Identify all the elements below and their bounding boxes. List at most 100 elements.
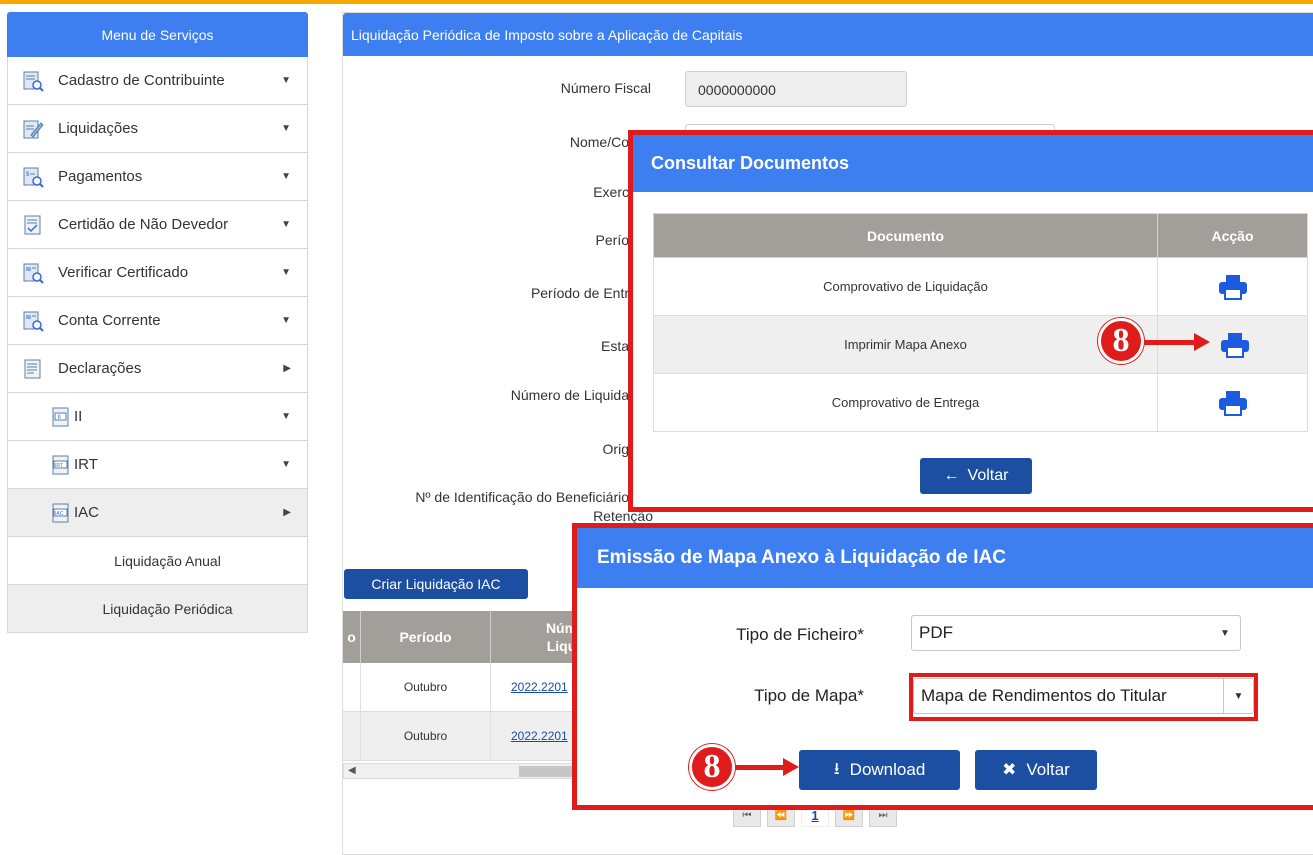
consultar-documentos-dialog: Consultar Documentos Documento Acção Com… — [628, 130, 1313, 512]
printer-icon[interactable] — [1220, 332, 1250, 358]
document-check-icon — [24, 215, 41, 234]
step-badge: 8 — [1098, 318, 1144, 364]
documents-table: Documento Acção Comprovativo de Liquidaç… — [653, 213, 1308, 432]
column-header-documento: Documento — [653, 213, 1158, 258]
document-name: Comprovativo de Entrega — [653, 373, 1158, 432]
sidebar-item-irt[interactable]: IRT IRT ▼ — [7, 441, 308, 489]
tipo-ficheiro-select[interactable]: PDF ▼ — [911, 615, 1241, 651]
caret-down-icon: ▼ — [281, 219, 291, 230]
document-name: Comprovativo de Liquidação — [653, 257, 1158, 316]
document-edit-icon — [23, 120, 44, 138]
menu-title: Menu de Serviços — [7, 12, 308, 57]
sidebar-item-pagamentos[interactable]: $ Pagamentos ▼ — [7, 153, 308, 201]
caret-down-icon: ▼ — [281, 459, 291, 470]
button-label: Voltar — [967, 467, 1009, 484]
svg-text:IRT: IRT — [55, 463, 63, 469]
top-accent-bar — [0, 0, 1313, 4]
page-title: Liquidação Periódica de Imposto sobre a … — [343, 13, 1313, 56]
printer-icon[interactable] — [1218, 274, 1248, 300]
tipo-ficheiro-label: Tipo de Ficheiro* — [736, 625, 864, 644]
document-search-icon — [23, 71, 44, 92]
scrollbar-thumb[interactable] — [519, 766, 579, 777]
sidebar-item-verificar-certificado[interactable]: Verificar Certificado ▼ — [7, 249, 308, 297]
sidebar-item-label: Conta Corrente — [58, 312, 161, 329]
liquidacao-link[interactable]: 2022.2201 — [511, 729, 568, 743]
arrow-left-icon: ← — [943, 467, 960, 484]
retencao-label: Retenção — [593, 508, 653, 524]
sidebar-item-declaracoes[interactable]: Declarações ▶ — [7, 345, 308, 393]
annotation-arrowhead — [1194, 333, 1210, 351]
sidebar-item-label: II — [74, 408, 83, 425]
sidebar-item-label: Liquidação Anual — [114, 552, 221, 569]
sidebar-item-liquidacoes[interactable]: Liquidações ▼ — [7, 105, 308, 153]
liquidacao-link[interactable]: 2022.2201 — [511, 680, 568, 694]
action-cell — [1157, 257, 1308, 316]
caret-down-icon: ▼ — [281, 267, 291, 278]
table-cell — [343, 663, 361, 711]
dialog-title: Consultar Documentos — [633, 135, 1313, 192]
sidebar-item-conta-corrente[interactable]: Conta Corrente ▼ — [7, 297, 308, 345]
column-header-accao: Acção — [1157, 213, 1308, 258]
action-cell — [1157, 373, 1308, 432]
button-label: Download — [849, 760, 926, 779]
periodo-cell: Outubro — [361, 712, 491, 760]
tipo-mapa-label: Tipo de Mapa* — [754, 686, 864, 705]
table-header: Documento Acção — [653, 213, 1308, 258]
dialog-title: Emissão de Mapa Anexo à Liquidação de IA… — [577, 528, 1313, 588]
beneficiario-label: Nº de Identificação do Beneficiário — [415, 489, 629, 505]
periodo-label: Perío — [595, 232, 629, 248]
caret-right-icon: ▶ — [283, 363, 291, 374]
sidebar-item-label: Declarações — [58, 360, 142, 377]
sidebar-item-label: Pagamentos — [58, 168, 143, 185]
table-cell — [343, 712, 361, 760]
download-button[interactable]: ⭳ Download — [799, 750, 960, 790]
periodo-entrega-label: Período de Entr — [530, 285, 629, 301]
sidebar-item-iac[interactable]: IAC IAC ▶ — [7, 489, 308, 537]
caret-down-icon: ▼ — [281, 171, 291, 182]
account-search-icon — [23, 311, 44, 332]
scroll-left-icon[interactable]: ◀ — [348, 765, 356, 776]
ii-document-icon: II — [52, 407, 69, 426]
caret-down-icon: ▼ — [281, 75, 291, 86]
sidebar-item-label: IRT — [74, 456, 98, 473]
sidebar-item-cadastro[interactable]: Cadastro de Contribuinte ▼ — [7, 57, 308, 105]
button-label: Voltar — [1026, 760, 1070, 779]
printer-icon[interactable] — [1218, 390, 1248, 416]
download-icon: ⭳ — [833, 758, 840, 778]
sidebar-item-label: Liquidação Periódica — [102, 600, 233, 617]
iac-document-icon: IAC — [52, 503, 69, 522]
numero-fiscal-field[interactable]: 0000000000 — [685, 71, 907, 107]
caret-right-icon: ▶ — [283, 507, 291, 518]
nome-label: Nome/Co — [569, 134, 629, 150]
sidebar-item-liquidacao-periodica[interactable]: Liquidação Periódica — [7, 585, 308, 633]
sidebar-item-ii[interactable]: II II ▼ — [7, 393, 308, 441]
selected-value: PDF — [919, 623, 953, 642]
services-menu: Menu de Serviços Cadastro de Contribuint… — [7, 12, 308, 633]
column-header-periodo[interactable]: Período — [361, 611, 491, 663]
caret-down-icon: ▼ — [281, 411, 291, 422]
voltar-button[interactable]: ← Voltar — [920, 458, 1032, 494]
certificate-search-icon — [23, 263, 44, 284]
caret-down-icon: ▼ — [281, 123, 291, 134]
numero-liquidacao-label: Número de Liquida — [510, 387, 629, 403]
sidebar-item-liquidacao-anual[interactable]: Liquidação Anual — [7, 537, 308, 585]
sidebar-item-certidao[interactable]: Certidão de Não Devedor ▼ — [7, 201, 308, 249]
sidebar-item-label: IAC — [74, 504, 100, 521]
origem-label: Orig — [602, 441, 629, 457]
caret-down-icon[interactable]: ▼ — [1210, 616, 1240, 650]
estado-label: Esta — [600, 338, 629, 354]
table-row: Comprovativo de Liquidação — [653, 257, 1308, 316]
column-header[interactable]: o — [343, 611, 361, 663]
emissao-mapa-dialog: Emissão de Mapa Anexo à Liquidação de IA… — [572, 523, 1313, 810]
numero-fiscal-label: Número Fiscal — [560, 80, 651, 96]
highlight-box — [909, 673, 1258, 721]
table-row: Comprovativo de Entrega — [653, 373, 1308, 432]
criar-liquidacao-button[interactable]: Criar Liquidação IAC — [344, 569, 528, 599]
voltar-button[interactable]: ✖ Voltar — [975, 750, 1097, 790]
caret-down-icon: ▼ — [281, 315, 291, 326]
svg-text:IAC: IAC — [55, 511, 64, 517]
exercicio-label: Exerc — [593, 184, 629, 200]
step-badge: 8 — [689, 744, 735, 790]
annotation-arrow — [735, 765, 785, 770]
sidebar-item-label: Cadastro de Contribuinte — [58, 72, 225, 89]
